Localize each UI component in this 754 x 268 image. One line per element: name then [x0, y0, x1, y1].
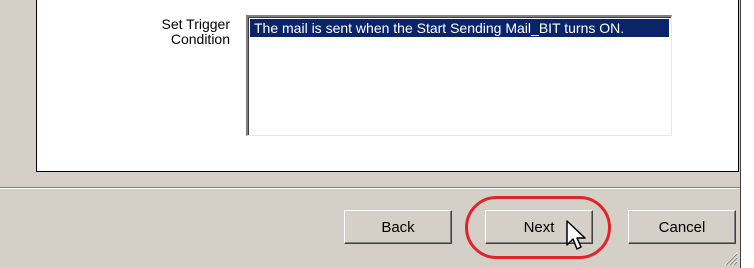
trigger-label-line1: Set Trigger — [161, 16, 230, 32]
trigger-label-line2: Condition — [170, 31, 230, 47]
trigger-condition-label: Set Trigger Condition — [145, 17, 230, 47]
trigger-condition-list[interactable]: The mail is sent when the Start Sending … — [246, 15, 672, 136]
trigger-list-item-selected[interactable]: The mail is sent when the Start Sending … — [250, 19, 669, 37]
dialog-window: Set Trigger Condition The mail is sent w… — [0, 0, 741, 268]
button-area-separator — [0, 187, 740, 189]
back-button[interactable]: Back — [344, 210, 452, 244]
resize-grip-icon[interactable] — [722, 250, 738, 266]
mouse-pointer-icon — [566, 220, 586, 250]
cancel-button[interactable]: Cancel — [628, 210, 736, 244]
